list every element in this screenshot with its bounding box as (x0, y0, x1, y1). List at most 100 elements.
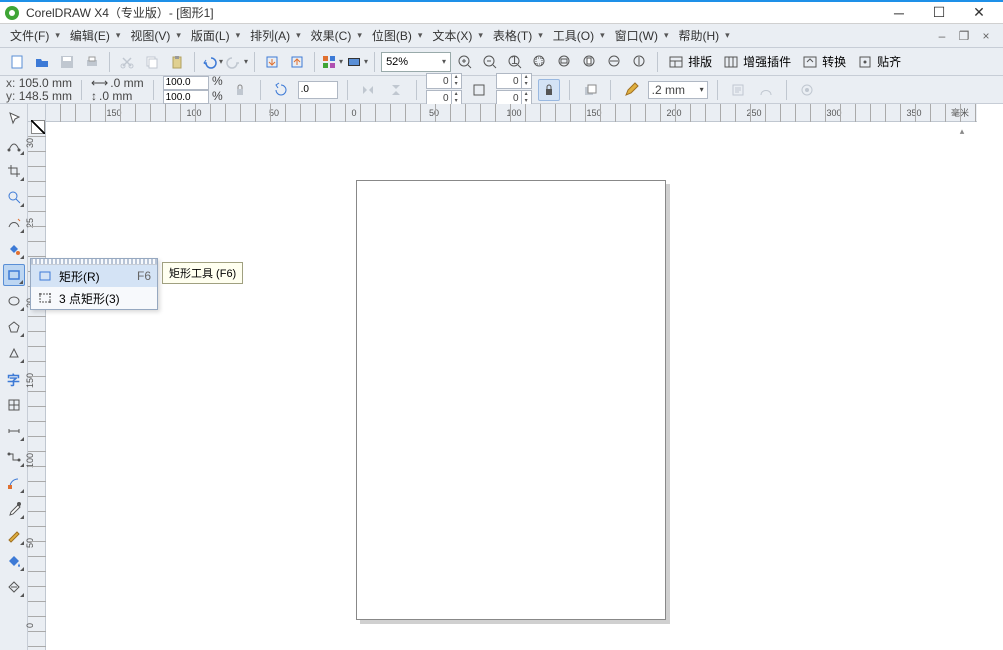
eyedropper-tool[interactable] (3, 498, 25, 520)
print-button[interactable] (81, 51, 103, 73)
freehand-tool[interactable] (3, 212, 25, 234)
scale-x-input[interactable] (163, 76, 209, 90)
rectangle-tool[interactable] (3, 264, 25, 286)
chevron-down-icon: ▾ (357, 30, 362, 41)
options-button[interactable] (796, 79, 818, 101)
chevron-down-icon: ▾ (116, 30, 121, 41)
lock-ratio-button[interactable] (229, 79, 251, 101)
scroll-up-icon[interactable]: ▴ (955, 124, 969, 138)
interactive-fill-tool[interactable] (3, 576, 25, 598)
menu-tools[interactable]: 工具(O) (549, 25, 598, 46)
menu-view[interactable]: 视图(V) (126, 25, 174, 46)
zoom-width-button[interactable] (604, 51, 626, 73)
drawing-page[interactable] (356, 180, 666, 620)
open-button[interactable] (31, 51, 53, 73)
to-front-button[interactable] (579, 79, 601, 101)
convert-curves-button[interactable] (755, 79, 777, 101)
chevron-down-icon: ▾ (55, 30, 60, 41)
import-button[interactable] (261, 51, 283, 73)
flyout-item-3point-rect[interactable]: 3 点矩形(3) (31, 287, 157, 309)
outline-tool[interactable] (3, 524, 25, 546)
shape-tool[interactable] (3, 134, 25, 156)
minimize-button[interactable]: ─ (879, 2, 919, 24)
spin-a[interactable]: 0▴▾ (426, 73, 462, 89)
horizontal-ruler[interactable]: 毫米 15010050050100150200250300350 (46, 104, 977, 122)
zoom-selection-button[interactable] (529, 51, 551, 73)
convert-button[interactable]: 转换 (798, 51, 850, 73)
plugin-button[interactable]: 增强插件 (719, 51, 795, 73)
smart-fill-tool[interactable] (3, 238, 25, 260)
fill-tool[interactable] (3, 550, 25, 572)
mdi-close-icon[interactable]: × (978, 28, 994, 44)
menu-help[interactable]: 帮助(H) (675, 25, 724, 46)
chevron-down-icon[interactable]: ▾ (442, 57, 446, 66)
chevron-down-icon: ▾ (296, 30, 301, 41)
spin-c[interactable]: 0▴▾ (496, 73, 532, 89)
menu-arrange[interactable]: 排列(A) (246, 25, 294, 46)
paste-button[interactable] (166, 51, 188, 73)
no-color-swatch[interactable] (31, 120, 45, 134)
window-title: CorelDRAW X4（专业版）- [图形1] (26, 4, 879, 21)
close-button[interactable]: ✕ (959, 2, 999, 24)
menu-effects[interactable]: 效果(C) (307, 25, 356, 46)
mdi-restore-icon[interactable]: ❐ (956, 28, 972, 44)
save-button[interactable] (56, 51, 78, 73)
polygon-tool[interactable] (3, 316, 25, 338)
line-width-input[interactable]: .2 mm▾ (648, 81, 708, 99)
menu-table[interactable]: 表格(T) (489, 25, 536, 46)
zoom-fit-button[interactable] (554, 51, 576, 73)
flyout-item-rectangle[interactable]: 矩形(R) F6 (31, 265, 157, 287)
zoom-in-button[interactable] (454, 51, 476, 73)
welcome-button[interactable]: ▾ (346, 54, 368, 70)
table-tool[interactable] (3, 394, 25, 416)
corner-style-button[interactable] (468, 79, 490, 101)
size-group: ⟷.0 mm ↕.0 mm (91, 77, 144, 103)
mdi-minimize-icon[interactable]: – (934, 28, 950, 44)
outline-pen-button[interactable] (620, 79, 642, 101)
undo-button[interactable]: ▾ (201, 54, 223, 70)
coord-group: x: 105.0 mm y: 148.5 mm (6, 77, 72, 103)
menu-file[interactable]: 文件(F) (6, 25, 53, 46)
zoom-out-button[interactable] (479, 51, 501, 73)
snap-button[interactable]: 贴齐 (853, 51, 905, 73)
copy-button[interactable] (141, 51, 163, 73)
redo-button[interactable]: ▾ (226, 54, 248, 70)
ellipse-tool[interactable] (3, 290, 25, 312)
menu-layout[interactable]: 版面(L) (187, 25, 234, 46)
scale-y-input[interactable] (163, 90, 209, 104)
rotation-input[interactable] (298, 81, 338, 99)
menu-text[interactable]: 文本(X) (428, 25, 476, 46)
cut-button[interactable] (116, 51, 138, 73)
vertical-ruler[interactable]: 302520150100500 (28, 122, 46, 650)
layout-button[interactable]: 排版 (664, 51, 716, 73)
menu-edit[interactable]: 编辑(E) (66, 25, 114, 46)
mirror-h-button[interactable] (357, 79, 379, 101)
rotate-button[interactable] (270, 79, 292, 101)
zoom-level-input[interactable]: ▾ (381, 52, 451, 72)
lock-corners-button[interactable] (538, 79, 560, 101)
new-button[interactable] (6, 51, 28, 73)
chevron-down-icon: ▾ (664, 30, 669, 41)
zoom-page-button[interactable] (579, 51, 601, 73)
export-button[interactable] (286, 51, 308, 73)
zoom-value[interactable] (386, 56, 432, 68)
menu-bitmaps[interactable]: 位图(B) (368, 25, 416, 46)
mirror-v-button[interactable] (385, 79, 407, 101)
text-tool[interactable]: 字 (3, 368, 25, 390)
interactive-tool[interactable] (3, 472, 25, 494)
zoom-height-button[interactable] (629, 51, 651, 73)
chevron-down-icon[interactable]: ▾ (700, 85, 704, 94)
connector-tool[interactable] (3, 446, 25, 468)
basic-shapes-tool[interactable] (3, 342, 25, 364)
pick-tool[interactable] (3, 108, 25, 130)
crop-tool[interactable] (3, 160, 25, 182)
app-launcher-button[interactable]: ▾ (321, 54, 343, 70)
zoom-tool[interactable] (3, 186, 25, 208)
wrap-text-button[interactable] (727, 79, 749, 101)
dimension-tool[interactable] (3, 420, 25, 442)
maximize-button[interactable]: ☐ (919, 2, 959, 24)
zoom-onetoone-button[interactable]: 1 (504, 51, 526, 73)
canvas-area[interactable]: ▴ (46, 122, 977, 650)
menu-window[interactable]: 窗口(W) (611, 25, 662, 46)
scale-group: % % (163, 75, 223, 104)
